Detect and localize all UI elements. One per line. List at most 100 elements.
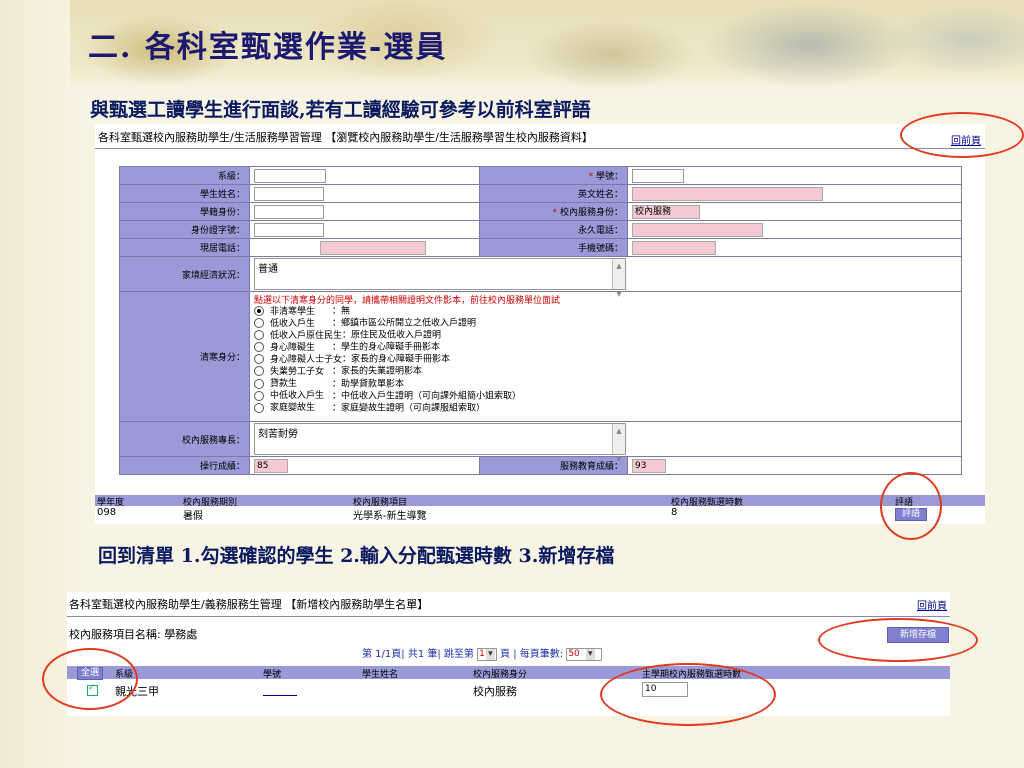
label-poor-status: 清寒身分： (119, 291, 250, 422)
poor-status-options: 非清寒學生 ：無低收入戶生 ：鄉鎮市區公所開立之低收入戶證明 低收入戶原住民生：原住民… (254, 306, 957, 415)
page-select[interactable]: 1 ▾ (477, 647, 497, 661)
poor-option-label: 中低收入戶生 (270, 391, 325, 402)
label-english-name: 英文姓名： (479, 184, 628, 203)
radio-button[interactable] (254, 366, 264, 377)
radio-button[interactable] (254, 402, 264, 413)
poor-option[interactable]: 家庭變故生 ：家庭變故生證明（可向課服組索取） (254, 402, 957, 415)
student-id-link[interactable] (263, 695, 297, 696)
poor-option-label: 家庭變故生 (270, 403, 316, 414)
poor-option[interactable]: 貸款生 ：助學貸款單影本 (254, 378, 957, 391)
col-service-identity: 校內服務身分 (473, 670, 528, 680)
poor-option-label: 失業勞工子女 (270, 366, 325, 377)
student-info-form: 系級： * 學號： 學生姓名： 英文姓名： 學籍身份： * 校內服務身份： 校內… (119, 166, 962, 475)
poor-option[interactable]: 低收入戶生 ：鄉鎮市區公所開立之低收入戶證明 (254, 318, 957, 330)
radio-button[interactable] (254, 330, 264, 341)
dept-field[interactable] (254, 168, 326, 183)
poor-option-label: 非清寒學生 (270, 306, 316, 317)
history-year: 098 (97, 507, 117, 518)
poor-option-proof: ：助學貸款單影本 (332, 379, 405, 390)
label-perm-phone: 永久電話： (479, 220, 628, 239)
perm-phone-field[interactable] (632, 222, 763, 237)
label-service-edu: 服務教育成績： (479, 456, 628, 475)
scrollbar[interactable]: ▲ ▼ (612, 424, 625, 463)
label-phone: 現居電話： (119, 238, 250, 257)
label-family-econ: 家境經濟狀況： (119, 256, 250, 292)
label-mobile: 手機號碼： (479, 238, 628, 257)
radio-button[interactable] (254, 390, 264, 401)
label-status: 學籍身份： (119, 202, 250, 221)
radio-button[interactable] (254, 378, 264, 389)
poor-status-hint: 點選以下清寒身分的同學，請攜帶相關證明文件影本，前往校內服務單位面試 (254, 296, 561, 306)
english-name-field[interactable] (632, 186, 823, 201)
chevron-down-icon: ▾ (485, 648, 495, 660)
poor-option[interactable]: 中低收入戶生 ：中低收入戶生證明（可向課外組簡小姐索取） (254, 390, 957, 403)
label-name: 學生姓名： (119, 184, 250, 203)
back-link[interactable]: 回前頁 (917, 597, 947, 612)
poor-option-label: 身心障礙人士子女 (270, 354, 343, 365)
history-col-hours: 校內服務甄選時數 (671, 498, 744, 508)
label-student-id: * 學號： (479, 166, 628, 185)
poor-option-label: 貸款生 (270, 379, 298, 390)
radio-button[interactable] (254, 306, 264, 316)
specialty-textarea[interactable]: 刻苦耐勞 ▲ ▼ (254, 423, 626, 463)
divider (95, 148, 985, 149)
col-student-name: 學生姓名 (362, 670, 399, 680)
student-id-field[interactable] (632, 168, 684, 183)
poor-option-proof: ：中低收入戶生證明（可向課外組簡小姐索取） (332, 391, 522, 402)
page-header: 各科室甄選校內服務助學生/生活服務學習管理 【瀏覽校內服務助學生/生活服務學習生… (98, 131, 593, 144)
poor-option-proof: ：鄉鎮市區公所開立之低收入戶證明 (332, 318, 477, 329)
history-item: 光學系-新生導覽 (353, 511, 427, 522)
page-header: 各科室甄選校內服務助學生/義務服務生管理 【新增校內服務助學生名單】 (69, 598, 429, 611)
poor-option[interactable]: 低收入戶原住民生：原住民及低收入戶證明 (254, 330, 957, 342)
poor-option-proof: ：家庭變故生證明（可向課服組索取） (332, 403, 486, 414)
highlight-hours-input (600, 663, 776, 726)
poor-option-proof: ：家長的失業證明影本 (332, 366, 423, 377)
poor-option[interactable]: 非清寒學生 ：無 (254, 306, 957, 318)
label-conduct: 操行成績： (119, 456, 250, 475)
highlight-back-link (900, 112, 1024, 158)
conduct-field[interactable]: 85 (254, 458, 288, 473)
slide-subtitle-interview: 與甄選工讀學生進行面談,若有工讀經驗可參考以前科室評語 (90, 99, 591, 121)
divider (67, 616, 950, 617)
slide-subtitle-steps: 回到清單 1.勾選確認的學生 2.輸入分配甄選時數 3.新增存檔 (98, 545, 615, 567)
highlight-comment-button (880, 472, 942, 540)
row-service-identity: 校內服務 (473, 685, 517, 698)
poor-option-proof: ：無 (332, 306, 351, 317)
phone-field[interactable] (320, 240, 426, 255)
poor-option-label: 身心障礙生 (270, 342, 316, 353)
poor-option-proof: ：學生的身心障礙手冊影本 (332, 342, 441, 353)
history-period: 暑假 (183, 511, 203, 522)
family-econ-textarea[interactable]: 普通 ▲ ▼ (254, 258, 626, 298)
slide-title: 二. 各科室甄選作業-選員 (88, 30, 448, 65)
poor-option[interactable]: 身心障礙人士子女：家長的身心障礙手冊影本 (254, 354, 957, 366)
name-field[interactable] (254, 186, 324, 201)
col-student-id: 學號 (263, 670, 282, 680)
scrollbar[interactable]: ▲ ▼ (612, 259, 625, 298)
service-edu-field[interactable]: 93 (632, 458, 666, 473)
project-name: 校內服務項目名稱: 學務處 (69, 628, 198, 641)
label-specialty: 校內服務專長： (119, 421, 250, 457)
label-dept: 系級： (119, 166, 250, 185)
poor-option-proof: ：原住民及低收入戶證明 (342, 330, 442, 341)
label-service-identity: * 校內服務身份： (479, 202, 628, 221)
poor-option[interactable]: 失業勞工子女 ：家長的失業證明影本 (254, 366, 957, 378)
poor-option[interactable]: 身心障礙生 ：學生的身心障礙手冊影本 (254, 342, 957, 354)
history-hours: 8 (671, 507, 678, 518)
radio-button[interactable] (254, 354, 264, 365)
radio-button[interactable] (254, 342, 264, 353)
chevron-down-icon: ▾ (585, 648, 595, 660)
label-id-number: 身份證字號： (119, 220, 250, 239)
service-identity-field[interactable]: 校內服務 (632, 204, 700, 219)
poor-option-proof: ：家長的身心障礙手冊影本 (342, 354, 451, 365)
poor-option-label: 低收入戶生 (270, 318, 316, 329)
radio-button[interactable] (254, 318, 264, 329)
highlight-add-save (818, 618, 978, 662)
screenshot-student-detail: 各科室甄選校內服務助學生/生活服務學習管理 【瀏覽校內服務助學生/生活服務學習生… (95, 124, 985, 524)
id-number-field[interactable] (254, 222, 324, 237)
status-field[interactable] (254, 204, 324, 219)
screenshot-add-list: 各科室甄選校內服務助學生/義務服務生管理 【新增校內服務助學生名單】 回前頁 校… (67, 592, 950, 716)
mobile-field[interactable] (632, 240, 716, 255)
poor-option-label: 低收入戶原住民生 (270, 330, 343, 341)
page-size-select[interactable]: 50 ▾ (566, 647, 603, 661)
pager: 第 1/1頁| 共1 筆| 跳至第 1 ▾ 頁 | 每頁筆數: 50 ▾ (362, 645, 603, 661)
